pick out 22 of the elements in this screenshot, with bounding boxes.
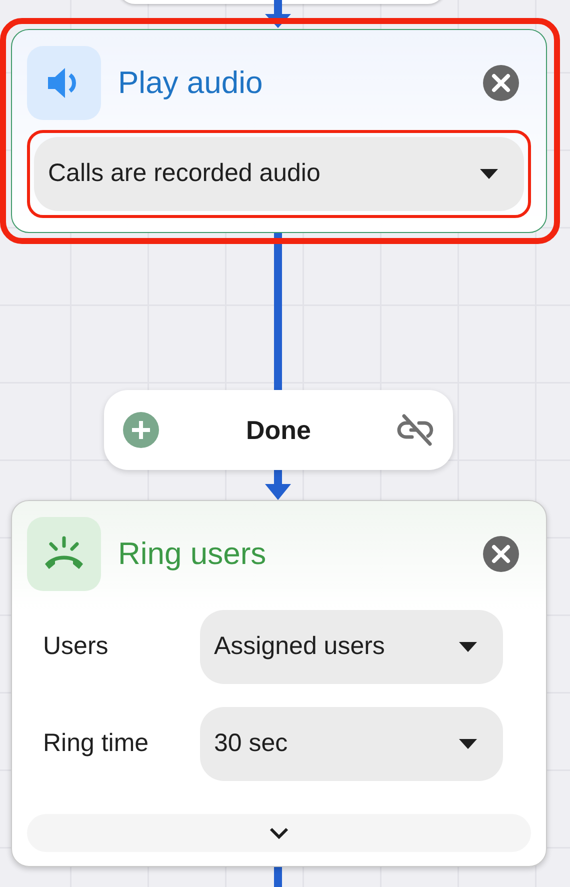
dropdown[interactable]: Assigned users [200, 610, 503, 684]
phone-ringing-icon [42, 536, 86, 572]
node-card[interactable]: Ring users Users Assigned users Ring time 30 sec [11, 500, 547, 867]
caret-icon [459, 642, 477, 652]
caret-icon [480, 169, 498, 179]
close-icon[interactable] [483, 536, 519, 572]
add-icon[interactable] [122, 411, 160, 449]
field-label: Users [42, 631, 110, 662]
dropdown[interactable]: 30 sec [200, 707, 503, 781]
connector-arrow [265, 470, 291, 500]
field-label: Ring time [42, 728, 150, 760]
dropdown[interactable]: Calls are recorded audio [34, 137, 524, 211]
node-title: Ring users [118, 534, 268, 573]
node-title: Play audio [118, 64, 264, 102]
node-card[interactable]: Play audio Calls are recorded audio [11, 29, 547, 233]
connector-node[interactable]: Done [104, 390, 453, 470]
close-icon[interactable] [483, 65, 519, 101]
unlink-icon[interactable] [397, 414, 435, 446]
connector-arrow [265, 0, 291, 28]
chevron-down-icon [269, 827, 289, 839]
caret-icon [459, 739, 477, 749]
step-label: Done [246, 414, 311, 446]
